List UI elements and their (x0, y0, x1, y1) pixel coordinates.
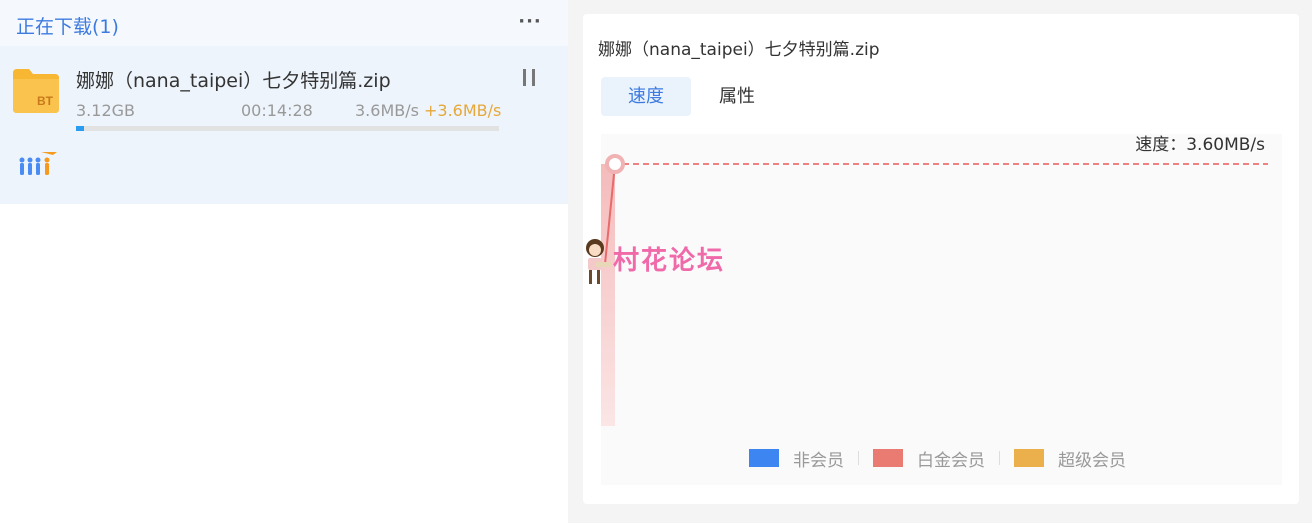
download-list-panel: 正在下载(1) ··· BT 娜娜（nana_taipei）七夕特别篇.zip … (0, 0, 568, 523)
boost-speed: +3.6MB/s (424, 101, 502, 120)
legend-swatch-red (873, 449, 903, 467)
chart-legend: 非会员 白金会员 超级会员 (749, 446, 1126, 471)
pause-icon-bar (532, 69, 535, 86)
legend-divider (858, 451, 859, 465)
legend-super: 超级会员 (1014, 446, 1126, 471)
watermark-girl-icon (586, 239, 612, 284)
download-speed: 3.6MB/s (355, 101, 419, 120)
legend-nonmember: 非会员 (749, 446, 844, 471)
list-header: 正在下载(1) ··· (0, 0, 568, 46)
speed-area (601, 164, 615, 426)
legend-divider (999, 451, 1000, 465)
legend-swatch-orange (1014, 449, 1044, 467)
watermark: 村花论坛 (580, 236, 740, 290)
download-task-row[interactable]: BT 娜娜（nana_taipei）七夕特别篇.zip 3.12GB 00:14… (0, 46, 568, 204)
bt-label: BT (37, 94, 54, 108)
task-filename: 娜娜（nana_taipei）七夕特别篇.zip (76, 70, 391, 92)
speed-point (605, 154, 625, 174)
tab-properties[interactable]: 属性 (701, 77, 773, 116)
legend-label: 白金会员 (917, 450, 985, 471)
detail-filename: 娜娜（nana_taipei）七夕特别篇.zip (598, 40, 880, 60)
legend-label: 非会员 (793, 450, 844, 471)
bt-folder-icon: BT (13, 69, 59, 113)
legend-swatch-blue (749, 449, 779, 467)
progress-fill (76, 126, 85, 131)
more-options-button[interactable]: ··· (515, 10, 545, 34)
pause-button[interactable] (520, 66, 540, 90)
pause-icon (523, 69, 526, 86)
file-size: 3.12GB (76, 101, 135, 120)
speed-chart: 速度：3.60MB/s 非会员 白金会员 超级会员 (601, 134, 1282, 485)
legend-platinum: 白金会员 (873, 446, 985, 471)
progress-bar (76, 126, 499, 131)
watermark-text: 村花论坛 (613, 246, 726, 276)
accelerate-users-icon[interactable] (17, 151, 63, 187)
downloading-title: 正在下载(1) (16, 16, 119, 38)
tab-speed[interactable]: 速度 (601, 77, 691, 116)
legend-label: 超级会员 (1058, 450, 1126, 471)
time-remaining: 00:14:28 (241, 101, 313, 120)
speed-chart-svg (601, 154, 1268, 426)
